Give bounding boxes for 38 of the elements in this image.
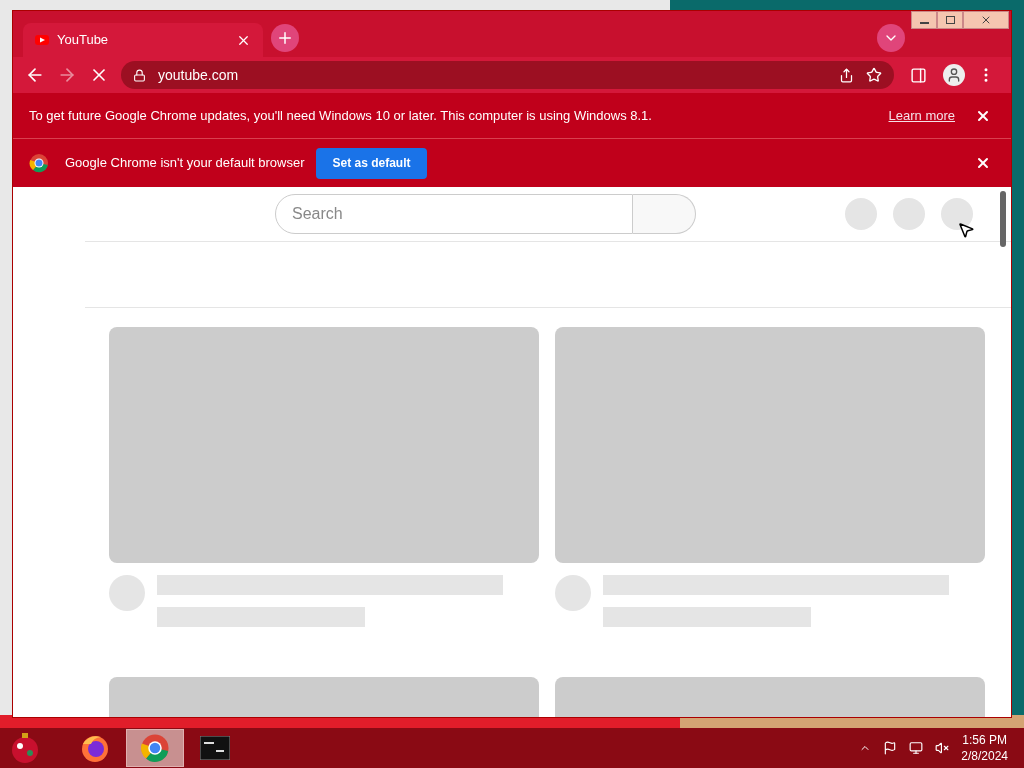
mouse-cursor-icon — [957, 221, 975, 239]
close-icon[interactable] — [975, 155, 991, 171]
side-panel-icon[interactable] — [910, 66, 927, 84]
set-default-button[interactable]: Set as default — [316, 147, 427, 179]
new-tab-button[interactable] — [271, 24, 299, 52]
star-icon[interactable] — [866, 67, 882, 83]
avatar-placeholder — [555, 575, 591, 611]
flag-icon[interactable] — [883, 741, 898, 755]
chrome-logo-icon — [29, 153, 49, 173]
avatar-placeholder — [109, 575, 145, 611]
network-icon[interactable] — [909, 741, 924, 755]
maximize-button[interactable] — [937, 11, 963, 29]
icon-placeholder — [941, 197, 973, 230]
search-field[interactable]: Search — [275, 193, 633, 234]
taskbar-app-button[interactable] — [126, 729, 184, 767]
plus-icon — [276, 29, 294, 47]
share-icon[interactable] — [839, 67, 854, 83]
clock-date: 2/8/2024 — [961, 748, 1008, 764]
icon-placeholder — [893, 197, 925, 230]
muted-speaker-icon[interactable] — [935, 741, 950, 755]
terminal-icon — [200, 736, 230, 760]
tab-title: YouTube — [57, 31, 110, 50]
chrome-logo-icon — [140, 733, 170, 763]
minimize-button[interactable] — [911, 11, 937, 29]
infobar-message: Google Chrome isn't your default browser — [65, 154, 305, 173]
play-logo-icon — [35, 35, 49, 45]
address-bar[interactable]: youtube.com — [121, 61, 894, 89]
scrollbar[interactable] — [1000, 191, 1006, 247]
tab-search-button[interactable] — [877, 24, 905, 52]
clock-time: 1:56 PM — [962, 732, 1007, 748]
browser-tab[interactable]: YouTube — [23, 23, 263, 57]
lock-icon — [133, 68, 146, 82]
learn-more-link[interactable]: Learn more — [888, 105, 955, 126]
address-text: youtube.com — [158, 65, 240, 85]
close-icon — [980, 14, 992, 26]
profile-icon[interactable] — [943, 64, 965, 86]
infobar-message: To get future Google Chrome updates, you'll need Windows 10 or later. This computer is using Windows 8.1. — [29, 106, 653, 125]
icon-placeholder — [845, 197, 877, 230]
